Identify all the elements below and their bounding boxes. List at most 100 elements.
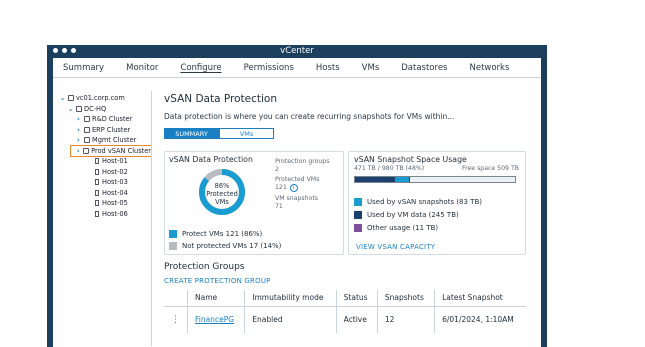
- chevron-down-icon[interactable]: ⌄: [59, 93, 66, 104]
- tree-host-label: Host-03: [102, 178, 128, 186]
- row-actions-icon[interactable]: ⋮: [164, 306, 188, 333]
- tree-cluster-label: R&D Cluster: [92, 115, 133, 123]
- column-header-name[interactable]: Name: [186, 290, 245, 307]
- vcenter-icon: [68, 95, 74, 102]
- protection-groups-title: Protection Groups: [164, 262, 244, 272]
- tree-host-label: Host-06: [102, 209, 128, 218]
- tab-bar: Summary Monitor Configure Permissions Ho…: [53, 58, 541, 78]
- space-legend: Used by vSAN snapshots (83 TB) Used by V…: [354, 195, 482, 234]
- tree-cluster-label: ERP Cluster: [92, 125, 131, 134]
- cluster-icon: [84, 116, 90, 123]
- tab-summary[interactable]: Summary: [63, 63, 104, 73]
- protected-vms-value: 121: [275, 184, 287, 191]
- host-icon: [95, 168, 99, 175]
- cluster-icon: [84, 126, 90, 133]
- tree-cluster-label: Prod vSAN Cluster: [91, 146, 151, 155]
- table-header-handle: [164, 290, 188, 307]
- vm-snapshots-label: VM snapshots: [275, 195, 318, 202]
- main-panel: vSAN Data Protection Data protection is …: [164, 91, 534, 333]
- table-header-row: Name Immutability mode Status Snapshots …: [164, 290, 526, 307]
- tree-datacenter[interactable]: ⌄ DC-HQ: [59, 104, 163, 115]
- chevron-right-icon[interactable]: ›: [75, 146, 81, 157]
- not-protected-swatch: [169, 242, 177, 250]
- financepg-link[interactable]: FinancePG: [195, 315, 234, 324]
- legend-snapshots-text: Used by vSAN snapshots (83 TB): [367, 197, 482, 206]
- legend-vm-data-text: Used by VM data (245 TB): [367, 210, 459, 219]
- column-header-status[interactable]: Status: [335, 290, 378, 307]
- tree-host-label: Host-04: [102, 188, 128, 197]
- tab-networks[interactable]: Networks: [469, 63, 509, 73]
- bar-vm-data-segment: [355, 177, 395, 182]
- protected-vms-row: 121 i: [275, 184, 329, 192]
- column-header-latest-snapshot[interactable]: Latest Snapshot: [434, 290, 526, 307]
- cluster-icon: [84, 137, 90, 144]
- tree-host[interactable]: Host-01: [59, 156, 163, 167]
- tab-vms[interactable]: VMs: [362, 63, 380, 73]
- info-icon[interactable]: i: [289, 184, 298, 192]
- tree-host-label: Host-05: [102, 199, 128, 207]
- column-header-snapshots[interactable]: Snapshots: [376, 290, 435, 307]
- tree-divider: [151, 91, 152, 346]
- protection-groups-label: Protection groups: [275, 158, 330, 165]
- snapshots-swatch: [354, 197, 362, 206]
- space-usage-bar: [354, 176, 516, 183]
- tree-host[interactable]: Host-06: [59, 209, 163, 220]
- datacenter-icon: [76, 105, 82, 112]
- protection-groups-table: Name Immutability mode Status Snapshots …: [164, 290, 526, 333]
- legend-not-protected-text: Not protected VMs 17 (14%): [182, 242, 282, 250]
- tree-host[interactable]: Host-03: [59, 177, 163, 188]
- tab-datastores[interactable]: Datastores: [401, 63, 447, 73]
- legend-vm-data: Used by VM data (245 TB): [354, 208, 482, 221]
- tree-vcenter-label: vc01.corp.com: [76, 94, 125, 102]
- tree-host[interactable]: Host-05: [59, 198, 163, 209]
- host-icon: [95, 200, 99, 207]
- cell-latest-snapshot: 6/01/2024, 1:10AM: [434, 306, 526, 333]
- tree-vcenter[interactable]: ⌄ vc01.corp.com: [59, 93, 163, 104]
- protected-swatch: [169, 230, 177, 238]
- host-icon: [95, 210, 99, 217]
- tab-monitor[interactable]: Monitor: [126, 63, 158, 73]
- table-row[interactable]: ⋮ FinancePG Enabled Active 12 6/01/2024,…: [164, 306, 526, 333]
- protection-legend: Protect VMs 121 (86%) Not protected VMs …: [169, 228, 281, 252]
- host-icon: [95, 158, 99, 165]
- create-protection-group-link[interactable]: CREATE PROTECTION GROUP: [164, 277, 271, 285]
- chevron-right-icon[interactable]: ›: [75, 135, 82, 146]
- page-description: Data protection is where you can create …: [164, 112, 455, 121]
- bar-other-segment: [408, 177, 411, 182]
- legend-protected-text: Protect VMs 121 (86%): [182, 230, 263, 238]
- cell-name[interactable]: FinancePG: [186, 306, 245, 333]
- host-icon: [95, 179, 99, 186]
- tab-configure[interactable]: Configure: [180, 63, 221, 73]
- tree-cluster-prod-vsan[interactable]: › Prod vSAN Cluster: [70, 144, 152, 157]
- vm-snapshots-value: 71: [275, 203, 283, 210]
- tree-cluster-erp[interactable]: › ERP Cluster: [59, 125, 163, 136]
- tab-hosts[interactable]: Hosts: [316, 63, 340, 73]
- summary-toggle-button[interactable]: SUMMARY: [164, 128, 219, 139]
- tree-cluster-rnd[interactable]: › R&D Cluster: [59, 114, 163, 125]
- tab-permissions[interactable]: Permissions: [244, 63, 294, 73]
- cell-snapshots: 12: [376, 306, 435, 333]
- tree-host[interactable]: Host-02: [59, 167, 163, 178]
- chevron-right-icon[interactable]: ›: [75, 125, 82, 136]
- legend-other-text: Other usage (11 TB): [367, 223, 439, 232]
- donut-caption-1: Protected: [206, 190, 238, 198]
- chevron-down-icon[interactable]: ⌄: [67, 104, 74, 115]
- vms-toggle-button[interactable]: VMs: [219, 128, 274, 139]
- donut-caption-2: VMs: [215, 198, 229, 206]
- chevron-right-icon[interactable]: ›: [75, 114, 82, 125]
- tree-cluster-mgmt[interactable]: › Mgmt Cluster: [59, 135, 163, 146]
- cell-status: Active: [335, 306, 378, 333]
- view-vsan-capacity-link[interactable]: VIEW VSAN CAPACITY: [356, 243, 435, 251]
- title-bar: vCenter: [47, 45, 547, 58]
- tree-cluster-label: Mgmt Cluster: [92, 136, 137, 144]
- tree-host[interactable]: Host-04: [59, 188, 163, 199]
- column-header-immutability[interactable]: Immutability mode: [244, 290, 337, 307]
- protection-summary-card: vSAN Data Protection 86% Protected VMs P…: [164, 151, 344, 255]
- space-usage-card: vSAN Snapshot Space Usage 471 TB / 980 T…: [348, 151, 526, 255]
- tree-datacenter-label: DC-HQ: [84, 104, 107, 113]
- window-title: vCenter: [280, 46, 314, 56]
- other-swatch: [354, 223, 362, 232]
- bar-snapshots-segment: [395, 177, 409, 182]
- vm-data-swatch: [354, 210, 362, 219]
- cell-immutability: Enabled: [244, 306, 337, 333]
